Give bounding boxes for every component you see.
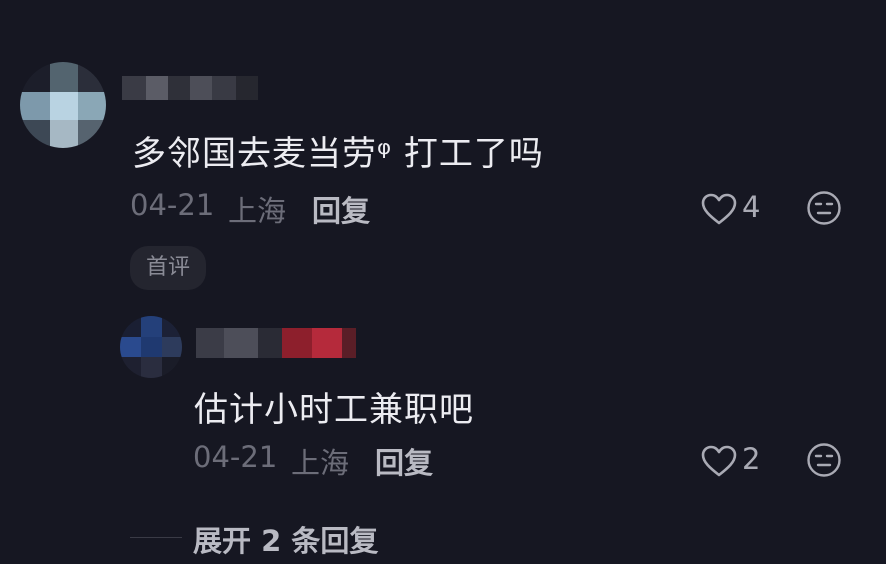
heart-icon — [700, 192, 738, 226]
neutral-face-icon[interactable] — [806, 442, 842, 478]
comment-text: 估计小时工兼职吧 — [194, 390, 474, 430]
like-button[interactable]: 2 — [700, 442, 772, 478]
comment-text: 多邻国去麦当劳ᵠ 打工了吗 — [132, 134, 544, 174]
avatar[interactable] — [120, 316, 182, 378]
reply-button[interactable]: 回复 — [375, 440, 433, 482]
heart-icon — [700, 444, 738, 478]
neutral-face-icon[interactable] — [806, 190, 842, 226]
expand-divider — [130, 537, 182, 538]
reply-button[interactable]: 回复 — [312, 188, 370, 230]
like-count: 4 — [742, 190, 761, 224]
comment-date: 04-21 — [193, 440, 278, 474]
comment-location: 上海 — [291, 446, 350, 480]
username[interactable] — [122, 72, 262, 102]
avatar[interactable] — [20, 62, 106, 148]
like-count: 2 — [742, 442, 761, 476]
comment-date: 04-21 — [130, 188, 215, 222]
comment-location: 上海 — [228, 194, 287, 228]
like-button[interactable]: 4 — [700, 190, 772, 226]
expand-replies-button[interactable]: 展开 2 条回复 — [193, 518, 378, 560]
username[interactable] — [196, 324, 356, 364]
first-comment-badge: 首评 — [130, 246, 207, 290]
